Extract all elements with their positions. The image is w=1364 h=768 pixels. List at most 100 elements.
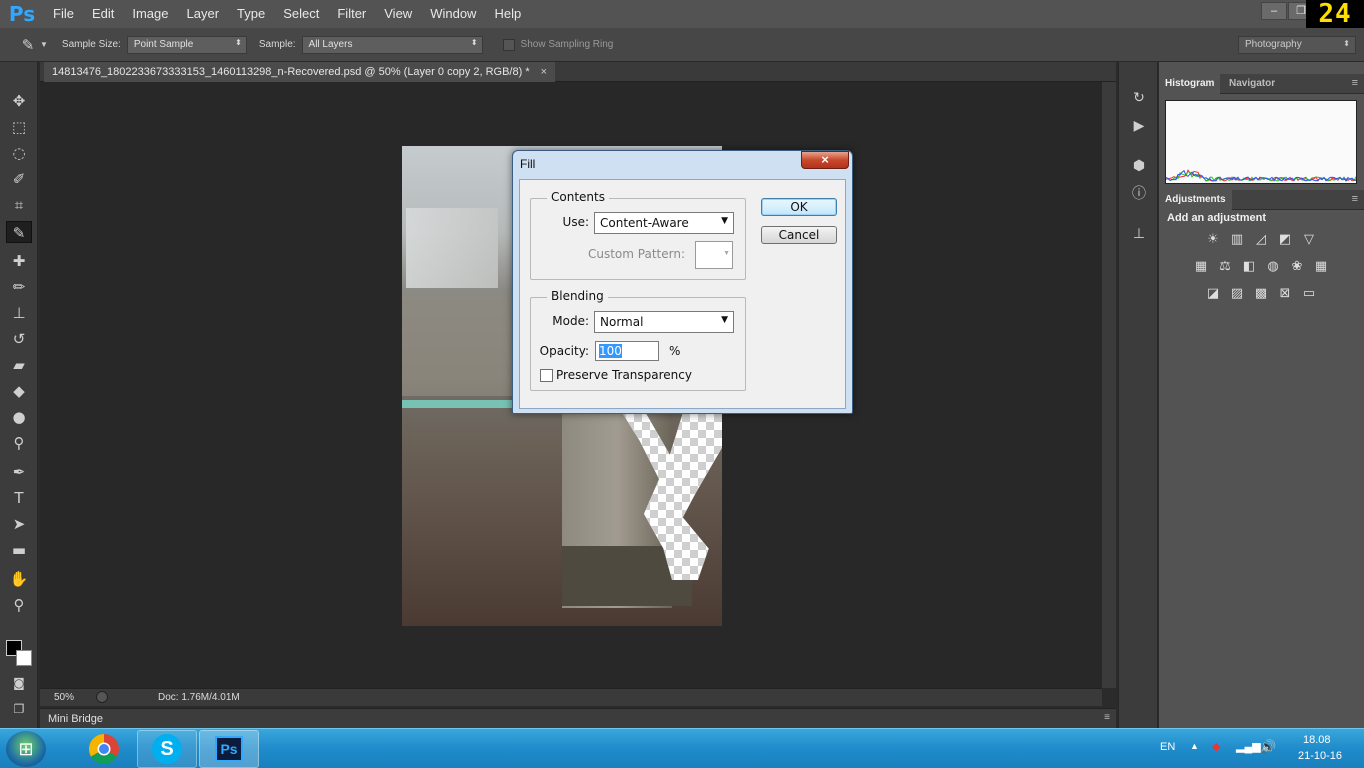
vertical-scrollbar[interactable]	[1102, 82, 1116, 688]
show-sampling-ring-checkbox[interactable]	[502, 38, 515, 51]
preserve-transparency-checkbox[interactable]	[540, 369, 553, 382]
ok-button[interactable]: OK	[761, 198, 837, 216]
menu-help[interactable]: Help	[485, 0, 530, 28]
marquee-tool-icon[interactable]: ⬚	[6, 116, 32, 138]
color-lookup-icon[interactable]: ▦	[1312, 259, 1330, 275]
photoshop-taskbar-button[interactable]: Ps	[199, 730, 259, 768]
mode-select[interactable]: Normal ▼	[594, 311, 734, 333]
sample-select[interactable]: All Layers ⬍	[301, 35, 483, 54]
menu-edit[interactable]: Edit	[83, 0, 123, 28]
image-building	[406, 208, 498, 288]
paint-bucket-tool-icon[interactable]: ◆	[6, 380, 32, 402]
use-select[interactable]: Content-Aware ▼	[594, 212, 734, 234]
windows-start-icon[interactable]: ⊞	[6, 731, 46, 767]
brightness-contrast-icon[interactable]: ☀	[1204, 232, 1222, 248]
posterize-icon[interactable]: ▨	[1228, 286, 1246, 302]
clone-stamp-tool-icon[interactable]: ⊥	[6, 302, 32, 324]
zoom-level[interactable]: 50%	[54, 692, 74, 703]
rectangle-tool-icon[interactable]: ▬	[6, 539, 32, 561]
language-indicator[interactable]: EN	[1160, 741, 1175, 753]
curves-icon[interactable]: ◿	[1252, 232, 1270, 248]
gradient-map-icon[interactable]: ⊠	[1276, 286, 1294, 302]
tray-expand-icon[interactable]: ▲	[1190, 741, 1199, 751]
security-alert-icon[interactable]: ◆	[1212, 740, 1220, 753]
chrome-taskbar-button[interactable]	[74, 730, 134, 768]
opacity-input[interactable]: 100	[595, 341, 659, 361]
workspace-switcher[interactable]: Photography ⬍	[1238, 36, 1356, 54]
network-icon[interactable]: ▂▄▆	[1236, 740, 1261, 753]
sample-label: Sample:	[258, 39, 296, 50]
menu-window[interactable]: Window	[421, 0, 485, 28]
custom-pattern-picker: ▼	[695, 241, 733, 269]
menu-view[interactable]: View	[375, 0, 421, 28]
type-tool-icon[interactable]: T	[6, 487, 32, 509]
tab-adjustments[interactable]: Adjustments	[1159, 190, 1232, 210]
selective-color-icon[interactable]: ▭	[1300, 286, 1318, 302]
panel-menu-icon[interactable]: ≡	[1352, 77, 1358, 89]
screen-mode-icon[interactable]: ❐	[6, 698, 32, 720]
quick-mask-icon[interactable]: ◙	[6, 672, 32, 694]
vibrance-icon[interactable]: ▽	[1300, 232, 1318, 248]
eraser-tool-icon[interactable]: ▰	[6, 354, 32, 376]
exposure-icon[interactable]: ◩	[1276, 232, 1294, 248]
clone-source-icon[interactable]: ⊥	[1129, 224, 1149, 244]
blur-tool-icon[interactable]: ●	[6, 406, 32, 428]
document-tab[interactable]: 14813476_1802233673333153_1460113298_n-R…	[44, 62, 556, 82]
path-selection-tool-icon[interactable]: ➤	[6, 513, 32, 535]
taskbar-time[interactable]: 18.08	[1303, 734, 1331, 746]
move-tool-icon[interactable]: ✥	[6, 90, 32, 112]
tools-panel: ✥ ⬚ ◌ ✐ ⌗ ✎ ✚ ✏ ⊥ ↺ ▰ ◆ ● ⚲ ✒ T ➤ ▬ ✋ ⚲ …	[0, 62, 38, 728]
menu-filter[interactable]: Filter	[328, 0, 375, 28]
dodge-tool-icon[interactable]: ⚲	[6, 432, 32, 454]
history-icon[interactable]: ↻	[1129, 88, 1149, 108]
channel-mixer-icon[interactable]: ❀	[1288, 259, 1306, 275]
background-color-swatch[interactable]	[16, 650, 32, 666]
status-info-icon[interactable]	[96, 691, 108, 703]
eyedropper-preset-icon[interactable]: ✎	[18, 34, 38, 56]
tab-navigator[interactable]: Navigator	[1223, 74, 1281, 94]
3d-icon[interactable]: ⬢	[1129, 156, 1149, 176]
eyedropper-tool-icon[interactable]: ✎	[6, 221, 32, 243]
doc-size[interactable]: Doc: 1.76M/4.01M	[158, 692, 240, 703]
panel-menu-icon[interactable]: ≡	[1352, 193, 1358, 205]
invert-icon[interactable]: ◪	[1204, 286, 1222, 302]
black-white-icon[interactable]: ◧	[1240, 259, 1258, 275]
menu-file[interactable]: File	[44, 0, 83, 28]
chrome-icon	[88, 734, 119, 765]
brush-tool-icon[interactable]: ✏	[6, 276, 32, 298]
skype-taskbar-button[interactable]: S	[137, 730, 197, 768]
contents-group: Contents Use: Content-Aware ▼ Custom Pat…	[530, 190, 746, 280]
close-tab-icon[interactable]: ×	[541, 66, 547, 78]
threshold-icon[interactable]: ▩	[1252, 286, 1270, 302]
menu-image[interactable]: Image	[123, 0, 177, 28]
quick-selection-tool-icon[interactable]: ✐	[6, 168, 32, 190]
crop-tool-icon[interactable]: ⌗	[6, 194, 32, 216]
sample-size-select[interactable]: Point Sample ⬍	[126, 35, 247, 54]
healing-brush-tool-icon[interactable]: ✚	[6, 250, 32, 272]
info-icon[interactable]: ⓘ	[1129, 184, 1149, 204]
show-sampling-ring-label: Show Sampling Ring	[520, 39, 614, 50]
menu-select[interactable]: Select	[274, 0, 328, 28]
panel-menu-icon[interactable]: ≡	[1104, 712, 1110, 723]
color-balance-icon[interactable]: ⚖	[1216, 259, 1234, 275]
mini-bridge-tab[interactable]: Mini Bridge	[48, 713, 103, 725]
hue-saturation-icon[interactable]: ▦	[1192, 259, 1210, 275]
menu-type[interactable]: Type	[228, 0, 274, 28]
pen-tool-icon[interactable]: ✒	[6, 461, 32, 483]
actions-icon[interactable]: ▶	[1129, 116, 1149, 136]
minimize-button[interactable]: –	[1261, 2, 1287, 20]
zoom-tool-icon[interactable]: ⚲	[6, 594, 32, 616]
menu-layer[interactable]: Layer	[178, 0, 229, 28]
photo-filter-icon[interactable]: ◍	[1264, 259, 1282, 275]
hand-tool-icon[interactable]: ✋	[6, 568, 32, 590]
levels-icon[interactable]: ▥	[1228, 232, 1246, 248]
preset-dropdown-icon[interactable]: ▼	[40, 40, 48, 49]
volume-icon[interactable]: 🔊	[1260, 739, 1276, 755]
lasso-tool-icon[interactable]: ◌	[6, 142, 32, 164]
tab-histogram[interactable]: Histogram	[1159, 74, 1221, 94]
dialog-close-button[interactable]: ×	[801, 151, 849, 169]
options-bar: ✎ ▼ Sample Size: Point Sample ⬍ Sample: …	[0, 28, 1364, 62]
history-brush-tool-icon[interactable]: ↺	[6, 328, 32, 350]
cancel-button[interactable]: Cancel	[761, 226, 837, 244]
taskbar-date[interactable]: 21-10-16	[1298, 750, 1342, 762]
